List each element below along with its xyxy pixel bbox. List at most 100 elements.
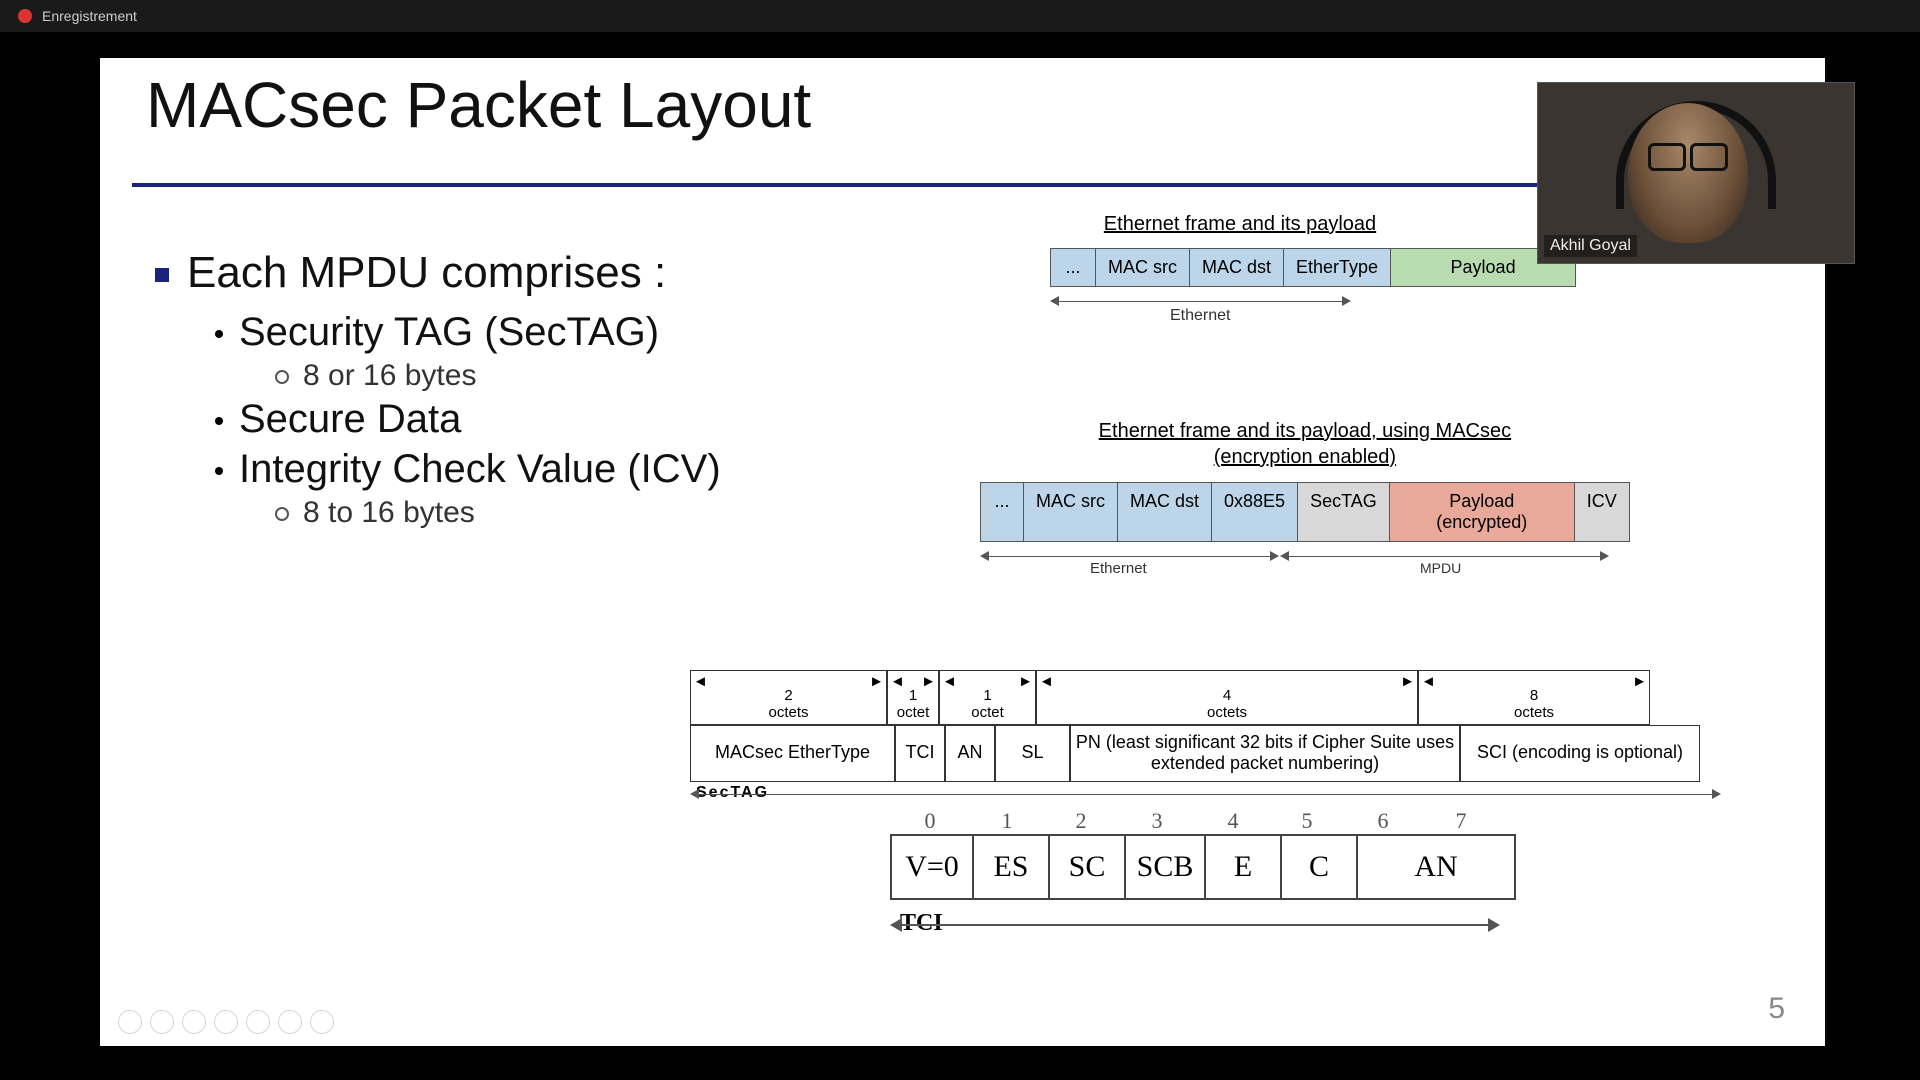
- arrow-right-icon: [1342, 296, 1351, 306]
- glasses-icon: [1648, 143, 1728, 167]
- bullet-2a: 8 or 16 bytes: [275, 359, 855, 393]
- sectag-fields-row: MACsec EtherTypeTCIANSLPN (least signifi…: [690, 725, 1720, 782]
- arrow-bar: [1058, 301, 1342, 302]
- arrow-bar: [900, 924, 1490, 926]
- tci-fields-row: V=0ESSCSCBECAN: [890, 834, 1516, 900]
- tci-bit-num: 0: [890, 808, 970, 834]
- ethernet-frame-row: ... MAC src MAC dst EtherType Payload: [1050, 248, 1576, 287]
- tci-table: 01234567 V=0ESSCSCBECAN TCI: [890, 808, 1516, 940]
- ethernet-frame-title: Ethernet frame and its payload: [1050, 213, 1430, 236]
- mac-cell-dots: ...: [981, 483, 1024, 541]
- mac-cell-icv: ICV: [1575, 483, 1629, 541]
- bullet-0-text: Each MPDU comprises :: [187, 248, 666, 297]
- bullet-1b-text: Secure Data: [239, 397, 461, 441]
- tci-field: V=0: [892, 836, 974, 898]
- sectag-field: SCI (encoding is optional): [1460, 725, 1700, 782]
- sectag-octet: ◄►1octet: [939, 670, 1036, 725]
- page-number: 5: [1768, 992, 1785, 1026]
- disc-bullet-icon: [215, 467, 223, 475]
- tci-field: C: [1282, 836, 1358, 898]
- arrow-bar: [988, 556, 1270, 557]
- bullet-2c-text: 8 to 16 bytes: [303, 496, 475, 529]
- control-icon[interactable]: [214, 1010, 238, 1034]
- eth-cell-macsrc: MAC src: [1096, 249, 1190, 286]
- recording-bar: Enregistrement: [0, 0, 1920, 32]
- eth-cell-macdst: MAC dst: [1190, 249, 1284, 286]
- disc-bullet-icon: [215, 417, 223, 425]
- webcam-overlay: Akhil Goyal: [1537, 82, 1855, 264]
- arrow-bar: [698, 794, 1712, 795]
- mpdu-span-label: MPDU: [1420, 560, 1461, 576]
- sectag-octet: ◄►8octets: [1418, 670, 1650, 725]
- tci-bit-numbers: 01234567: [890, 808, 1516, 834]
- sectag-field: SL: [995, 725, 1070, 782]
- tci-span: TCI: [890, 910, 1500, 940]
- ethernet-span: Ethernet: [1050, 291, 1350, 311]
- tci-bit-num: 5: [1270, 808, 1344, 834]
- macsec-frame-row: ... MAC src MAC dst 0x88E5 SecTAG Payloa…: [980, 482, 1630, 542]
- arrow-right-icon: [1488, 918, 1500, 932]
- mac-cell-payload: Payload (encrypted): [1390, 483, 1575, 541]
- tci-field: SC: [1050, 836, 1126, 898]
- macsec-spans: Ethernet MPDU: [980, 546, 1620, 566]
- mac-cell-ethertype: 0x88E5: [1212, 483, 1298, 541]
- tci-field: E: [1206, 836, 1282, 898]
- control-icon[interactable]: [150, 1010, 174, 1034]
- circle-bullet-icon: [275, 507, 289, 521]
- ethernet-span-label: Ethernet: [1170, 307, 1230, 325]
- bullet-list: Each MPDU comprises : Security TAG (SecT…: [155, 248, 855, 534]
- eth-cell-ethertype: EtherType: [1284, 249, 1391, 286]
- sectag-octet: ◄►1octet: [887, 670, 939, 725]
- sectag-span-label: SecTAG: [690, 784, 1720, 802]
- sectag-table: ◄►2octets◄►1octet◄►1octet◄►4octets◄►8oct…: [690, 638, 1720, 812]
- eth-cell-dots: ...: [1051, 249, 1096, 286]
- circle-bullet-icon: [275, 370, 289, 384]
- sectag-octet: ◄►2octets: [690, 670, 887, 725]
- mac-cell-sectag: SecTAG: [1298, 483, 1390, 541]
- speaker-name: Akhil Goyal: [1544, 235, 1637, 257]
- mac-cell-macsrc: MAC src: [1024, 483, 1118, 541]
- arrow-right-icon: [1270, 551, 1279, 561]
- tci-bit-num: 1: [970, 808, 1044, 834]
- sectag-field: TCI: [895, 725, 945, 782]
- arrow-right-icon: [1600, 551, 1609, 561]
- bullet-1c: Integrity Check Value (ICV): [215, 446, 855, 492]
- bullet-1c-text: Integrity Check Value (ICV): [239, 447, 721, 491]
- control-icon[interactable]: [278, 1010, 302, 1034]
- tci-bit-num: 3: [1118, 808, 1196, 834]
- sectag-field: AN: [945, 725, 995, 782]
- tci-field: AN: [1358, 836, 1514, 898]
- macsec-frame-diagram: Ethernet frame and its payload, using MA…: [980, 418, 1630, 566]
- tci-bit-num: 2: [1044, 808, 1118, 834]
- control-icon[interactable]: [182, 1010, 206, 1034]
- disc-bullet-icon: [215, 330, 223, 338]
- square-bullet-icon: [155, 268, 169, 282]
- bullet-1a: Security TAG (SecTAG): [215, 310, 855, 355]
- recording-icon: [18, 9, 32, 23]
- sectag-field: MACsec EtherType: [690, 725, 895, 782]
- sectag-field: PN (least significant 32 bits if Cipher …: [1070, 725, 1460, 782]
- bullet-0: Each MPDU comprises :: [155, 248, 855, 298]
- arrow-right-icon: [1712, 789, 1721, 799]
- tci-bit-num: 6: [1344, 808, 1422, 834]
- control-icon[interactable]: [310, 1010, 334, 1034]
- face: [1628, 103, 1748, 243]
- sectag-octets-row: ◄►2octets◄►1octet◄►1octet◄►4octets◄►8oct…: [690, 670, 1720, 725]
- ethernet-frame-diagram: Ethernet frame and its payload ... MAC s…: [1050, 213, 1576, 311]
- control-icon[interactable]: [246, 1010, 270, 1034]
- bullet-2c: 8 to 16 bytes: [275, 496, 855, 530]
- ethernet-span-label: Ethernet: [1090, 560, 1147, 577]
- recording-label: Enregistrement: [42, 8, 137, 24]
- control-icon[interactable]: [118, 1010, 142, 1034]
- bullet-1b: Secure Data: [215, 397, 855, 442]
- macsec-frame-title: Ethernet frame and its payload, using MA…: [1065, 418, 1545, 470]
- title-rule: [132, 183, 1557, 187]
- bullet-1a-text: Security TAG (SecTAG): [239, 310, 659, 354]
- page-title: MACsec Packet Layout: [146, 68, 811, 142]
- sectag-octet: ◄►4octets: [1036, 670, 1418, 725]
- tci-bit-num: 7: [1422, 808, 1500, 834]
- bullet-2a-text: 8 or 16 bytes: [303, 359, 476, 392]
- tci-field: ES: [974, 836, 1050, 898]
- tci-bit-num: 4: [1196, 808, 1270, 834]
- sectag-octets-arrows: [690, 638, 1720, 670]
